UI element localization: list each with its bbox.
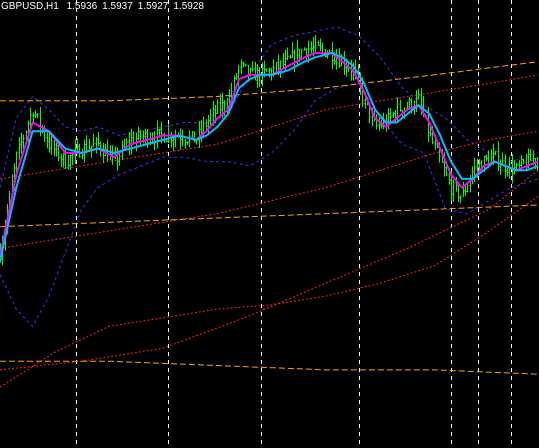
symbol-timeframe: GBPUSD,H1 (1, 1, 59, 12)
ohlc-open: 1.5936 (66, 1, 98, 12)
ohlc-close: 1.5928 (173, 1, 204, 12)
ohlc-high: 1.5937 (102, 1, 133, 12)
price-chart[interactable] (0, 0, 539, 448)
ohlc-low: 1.5927 (137, 1, 169, 12)
chart-header: GBPUSD,H1 1.5936 1.5937 1.5927 1.5928 (1, 1, 209, 13)
